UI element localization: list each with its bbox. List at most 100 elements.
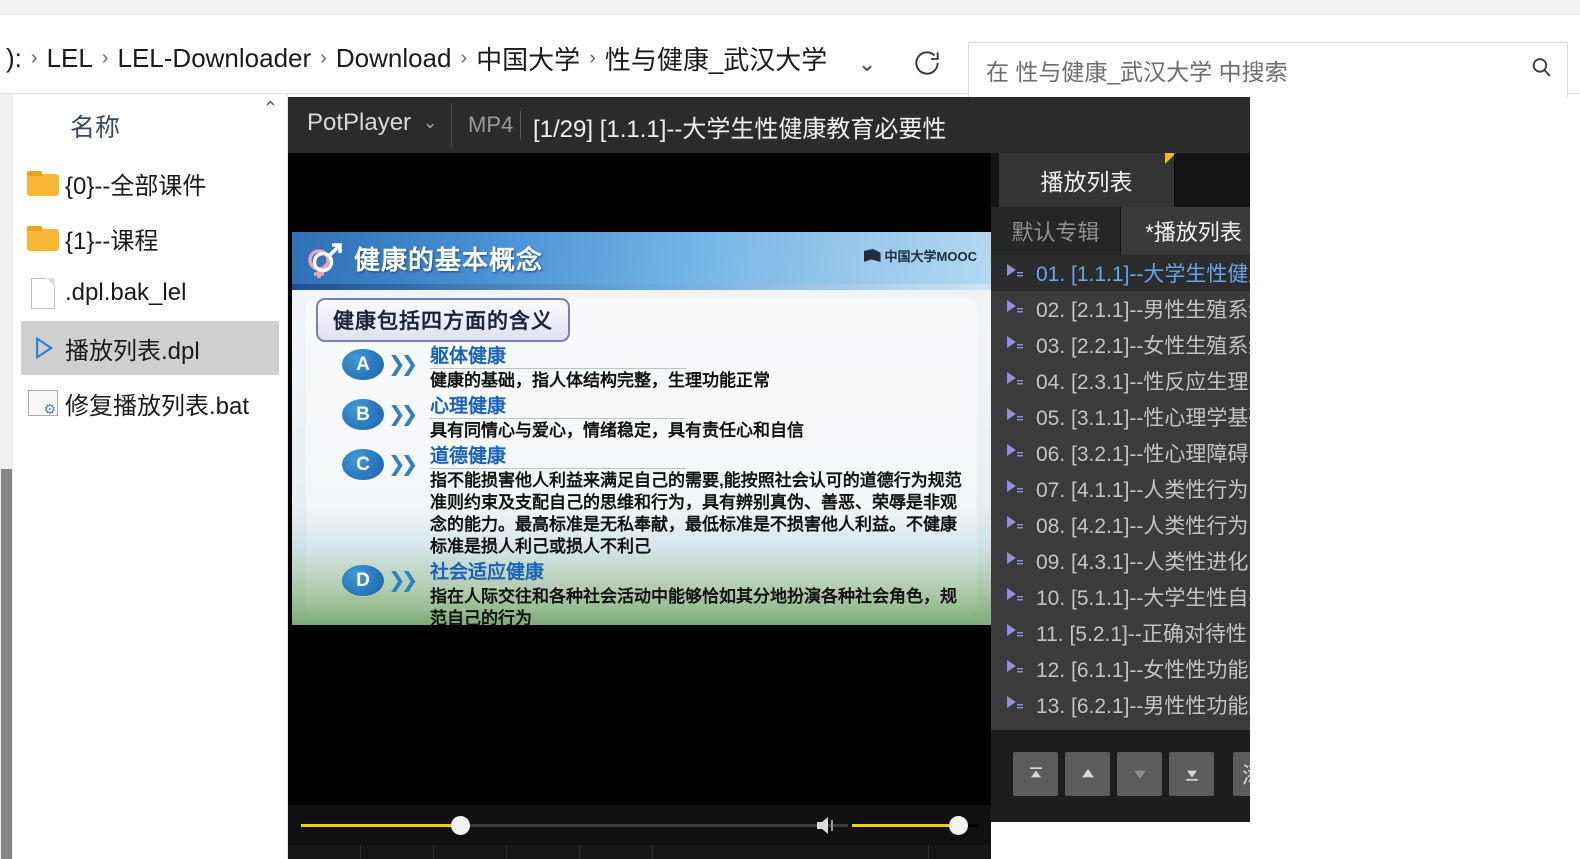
file-row[interactable]: {1}--课程: [21, 211, 279, 265]
scrollbar-thumb[interactable]: [1, 469, 12, 859]
stop-button[interactable]: [361, 845, 434, 859]
breadcrumb[interactable]: ): › LEL › LEL-Downloader › Download › 中国大学 › 性与健康…: [0, 37, 833, 79]
breadcrumb-item[interactable]: 中国大学: [470, 37, 586, 80]
pause-button[interactable]: [288, 845, 361, 859]
play-item-icon: [1006, 479, 1036, 499]
chevron-right-icon: ❯❯: [388, 402, 418, 426]
mooc-brand: 中国大学MOOC: [863, 246, 977, 265]
chevron-down-icon[interactable]: ⌄: [423, 113, 437, 133]
header-slot-divider-1: [1174, 153, 1175, 207]
settings-button[interactable]: [848, 845, 910, 859]
slide-bullet: D ❯❯ 社会适应健康 指在人际交往和各种社会活动中能够恰如其分地扮演各种社会角色，规…: [342, 562, 972, 625]
breadcrumb-separator: ›: [101, 46, 109, 69]
breadcrumb-item[interactable]: ):: [0, 40, 28, 77]
slide-bullet: C ❯❯ 道德健康 指不能损害他人利益来满足自己的需要,能按照社会认可的道德行为规范准…: [342, 446, 972, 558]
play-item-icon: [1006, 263, 1036, 283]
breadcrumb-item[interactable]: 性与健康_武汉大学: [599, 37, 833, 80]
desktop-background-right: [1250, 97, 1580, 822]
file-row[interactable]: .dpl.bak_lel: [21, 266, 279, 320]
slide-content: 健康的基本概念 中国大学MOOC 健康包括四方面的含义 A ❯❯ 躯体健康 健康的基础…: [292, 232, 991, 625]
slide-title: 健康的基本概念: [354, 245, 544, 275]
search-icon[interactable]: [1515, 55, 1567, 85]
playlist-item-title: 06. [3.2.1]--性心理障碍: [1036, 443, 1249, 466]
play-item-icon: [1006, 587, 1036, 607]
chevron-up-icon[interactable]: ⌃: [263, 98, 278, 119]
volume-fill: [852, 824, 958, 827]
breadcrumb-item[interactable]: LEL: [41, 40, 99, 77]
search-input[interactable]: 在 性与健康_武汉大学 中搜索: [968, 42, 1568, 98]
column-header-name[interactable]: 名称 ⌃: [13, 94, 288, 148]
screen: ): › LEL › LEL-Downloader › Download › 中国大学 › 性与健康…: [0, 0, 1580, 859]
chevron-right-icon: ❯❯: [388, 569, 418, 593]
seek-slider[interactable]: [301, 816, 848, 835]
file-row[interactable]: {0}--全部课件: [21, 156, 279, 210]
tab-default-album[interactable]: 默认专辑: [991, 207, 1121, 255]
slide-bullet: B ❯❯ 心理健康 具有同情心与爱心，情绪稳定，具有责任心和自信: [342, 396, 972, 442]
search-placeholder: 在 性与健康_武汉大学 中搜索: [986, 59, 1288, 85]
file-name: 修复播放列表.bat: [65, 392, 250, 420]
seek-handle[interactable]: [450, 816, 470, 835]
batch-file-icon: [21, 383, 65, 423]
bullet-badge: B: [342, 398, 384, 430]
playlist-item-title: 10. [5.1.1]--大学生性自慰: [1036, 587, 1270, 610]
menu-button[interactable]: [928, 845, 991, 859]
play-item-icon: [1006, 299, 1036, 319]
play-item-icon: [1006, 335, 1036, 355]
move-down-button[interactable]: [1117, 752, 1162, 796]
playlist-item-title: 09. [4.3.1]--人类性进化: [1036, 551, 1249, 574]
folder-icon: [21, 163, 65, 203]
bullet-heading: 社会适应健康: [430, 562, 725, 585]
explorer-top-strip: [0, 0, 1580, 14]
breadcrumb-item[interactable]: Download: [330, 40, 458, 77]
slide-bullet-list: A ❯❯ 躯体健康 健康的基础，指人体结构完整，生理功能正常 B ❯❯ 心理健康 具有同情心与…: [342, 346, 972, 625]
volume-handle[interactable]: [948, 816, 968, 835]
potplayer-logo[interactable]: PotPlayer: [307, 109, 411, 137]
bullet-body: 具有同情心与爱心，情绪稳定，具有责任心和自信: [430, 420, 804, 440]
speaker-icon[interactable]: [815, 815, 843, 836]
chevron-down-icon[interactable]: ⌄: [845, 49, 889, 79]
gender-symbol-icon: [302, 234, 350, 282]
tab-playlist-label: *播放列表: [1145, 220, 1242, 245]
video-surface[interactable]: 健康的基本概念 中国大学MOOC 健康包括四方面的含义 A ❯❯ 躯体健康 健康的基础…: [288, 153, 991, 805]
file-name: {1}--课程: [65, 227, 159, 255]
play-item-icon: [1006, 551, 1036, 571]
breadcrumb-separator: ›: [460, 46, 468, 69]
file-row[interactable]: 修复播放列表.bat: [21, 376, 279, 430]
bullet-heading: 心理健康: [430, 396, 687, 419]
bullet-body: 健康的基础，指人体结构完整，生理功能正常: [430, 370, 770, 390]
move-to-top-button[interactable]: [1013, 752, 1058, 796]
title-divider-2: [520, 111, 521, 139]
bullet-body: 指在人际交往和各种社会活动中能够恰如其分地扮演各种社会角色，规范自己的行为: [430, 586, 957, 625]
file-name: .dpl.bak_lel: [65, 279, 187, 306]
refresh-icon[interactable]: [905, 47, 949, 81]
mooc-brand-label: 中国大学MOOC: [884, 249, 977, 264]
slide-bullet: A ❯❯ 躯体健康 健康的基础，指人体结构完整，生理功能正常: [342, 346, 972, 392]
playlist-item-title: 05. [3.1.1]--性心理学基础: [1036, 407, 1270, 430]
breadcrumb-separator: ›: [320, 46, 327, 69]
next-button[interactable]: [507, 845, 580, 859]
move-up-button[interactable]: [1065, 752, 1110, 796]
bullet-heading: 躯体健康: [430, 346, 687, 369]
file-name: 播放列表.dpl: [65, 337, 200, 365]
volume-slider[interactable]: [852, 816, 978, 835]
play-item-icon: [1006, 371, 1036, 391]
playlist-item-title: 04. [2.3.1]--性反应生理: [1036, 371, 1249, 394]
breadcrumb-item[interactable]: LEL-Downloader: [112, 40, 318, 77]
move-to-bottom-button[interactable]: [1169, 752, 1214, 796]
chevron-right-icon: ❯❯: [388, 452, 418, 476]
play-file-icon: [21, 328, 65, 368]
playlist-item-title: 03. [2.2.1]--女性生殖系统: [1036, 335, 1270, 358]
playlist-panel-tab[interactable]: 播放列表: [999, 153, 1174, 207]
previous-button[interactable]: [434, 845, 507, 859]
bullet-heading: 道德健康: [430, 446, 687, 469]
breadcrumb-separator: ›: [589, 46, 596, 69]
play-item-icon: [1006, 443, 1036, 463]
play-item-icon: [1006, 695, 1036, 715]
player-control-bar: 00:04:56 / 00:16:13: [288, 845, 991, 859]
explorer-vertical-scrollbar[interactable]: [0, 94, 13, 859]
title-divider: [451, 103, 452, 147]
media-title: [1/29] [1.1.1]--大学生性健康教育必要性: [533, 116, 947, 143]
time-display: 00:04:56 / 00:16:13: [633, 845, 858, 859]
media-format-label: MP4: [468, 112, 514, 137]
file-row[interactable]: 播放列表.dpl: [21, 321, 279, 375]
